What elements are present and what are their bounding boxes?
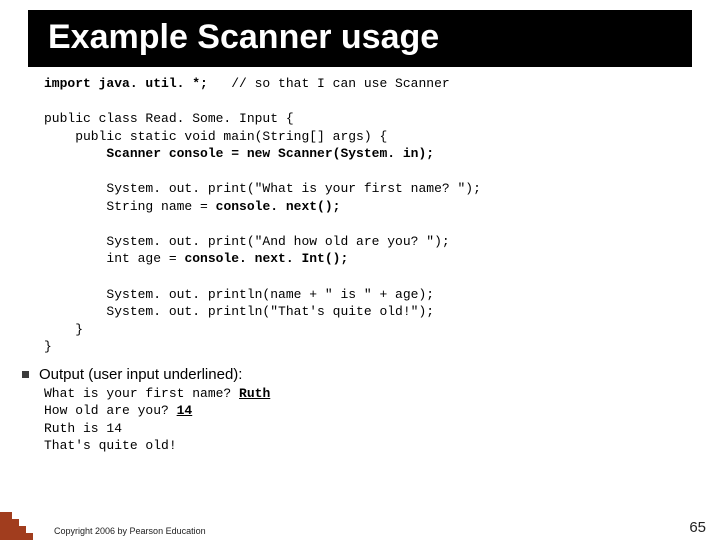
code-line: System. out. print("And how old are you?…	[44, 234, 450, 249]
output-text: What is your first name?	[44, 386, 239, 401]
slide-title-bar: Example Scanner usage	[28, 10, 692, 67]
output-line: What is your first name? Ruth	[44, 385, 720, 403]
code-line-bold: console. next. Int();	[184, 251, 348, 266]
output-heading-text: Output (user input underlined):	[39, 366, 242, 383]
user-input: Ruth	[239, 386, 270, 401]
slide-footer: Copyright 2006 by Pearson Education 65	[0, 514, 720, 540]
user-input: 14	[177, 403, 193, 418]
output-line: How old are you? 14	[44, 402, 720, 420]
code-import: import java. util. *;	[44, 76, 208, 91]
output-block: What is your first name? Ruth How old ar…	[44, 385, 720, 455]
code-example: import java. util. *; // so that I can u…	[44, 75, 690, 356]
page-number: 65	[689, 519, 706, 536]
code-line: int age =	[44, 251, 184, 266]
code-line: }	[44, 322, 83, 337]
code-line: String name =	[44, 199, 216, 214]
output-heading-row: Output (user input underlined):	[22, 366, 720, 383]
output-line: Ruth is 14	[44, 420, 720, 438]
code-line-bold: console. next();	[216, 199, 341, 214]
code-comment: // so that I can use Scanner	[208, 76, 450, 91]
code-line: System. out. println(name + " is " + age…	[44, 287, 434, 302]
code-line: public static void main(String[] args) {	[44, 129, 387, 144]
bullet-icon	[22, 371, 29, 378]
code-line: System. out. println("That's quite old!"…	[44, 304, 434, 319]
slide-title: Example Scanner usage	[48, 18, 692, 57]
output-text: How old are you?	[44, 403, 177, 418]
output-line: That's quite old!	[44, 437, 720, 455]
code-line: }	[44, 339, 52, 354]
code-line: public class Read. Some. Input {	[44, 111, 294, 126]
code-line-bold: Scanner console = new Scanner(System. in…	[44, 146, 434, 161]
copyright-text: Copyright 2006 by Pearson Education	[54, 526, 206, 536]
code-line: System. out. print("What is your first n…	[44, 181, 481, 196]
